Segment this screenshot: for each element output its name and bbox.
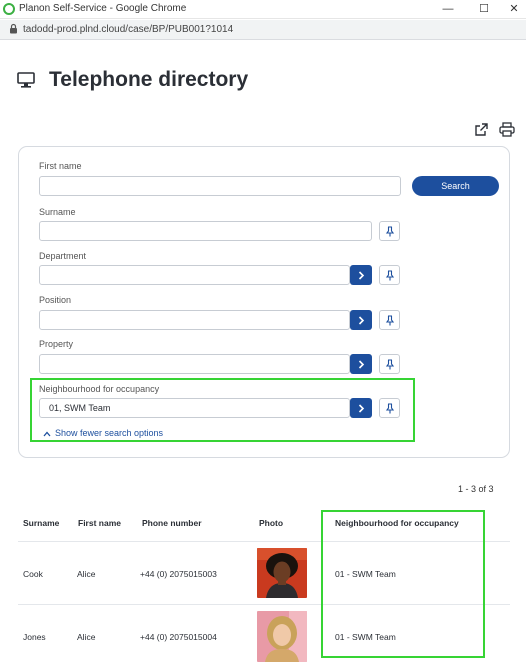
chevron-up-icon bbox=[43, 431, 51, 437]
result-count: 1 - 3 of 3 bbox=[458, 484, 494, 494]
minimize-button[interactable]: — bbox=[440, 1, 456, 17]
department-pin-button[interactable] bbox=[379, 265, 400, 285]
position-label: Position bbox=[39, 295, 72, 305]
surname-label: Surname bbox=[39, 207, 76, 217]
url-text[interactable]: tadodd-prod.plnd.cloud/case/BP/PUB001?10… bbox=[23, 24, 233, 35]
chevron-right-icon bbox=[358, 315, 364, 325]
position-pin-button[interactable] bbox=[379, 310, 400, 330]
neighbourhood-pin-button[interactable] bbox=[379, 398, 400, 418]
external-link-icon[interactable] bbox=[474, 122, 489, 142]
window-title: Planon Self-Service - Google Chrome bbox=[19, 3, 187, 14]
column-header-surname[interactable]: Surname bbox=[23, 518, 59, 528]
pin-icon bbox=[385, 269, 394, 280]
lock-icon bbox=[9, 23, 18, 37]
column-header-phone[interactable]: Phone number bbox=[142, 518, 202, 528]
first-name-input[interactable] bbox=[39, 176, 401, 196]
column-header-neighbourhood[interactable]: Neighbourhood for occupancy bbox=[335, 518, 459, 528]
row-2-phone: +44 (0) 2075015004 bbox=[140, 632, 217, 642]
table-divider bbox=[18, 604, 510, 605]
monitor-icon bbox=[17, 72, 35, 93]
row-1-first-name: Alice bbox=[77, 569, 96, 579]
print-icon[interactable] bbox=[499, 122, 515, 142]
table-divider bbox=[18, 541, 510, 542]
position-lookup-button[interactable] bbox=[350, 310, 372, 330]
chrome-app-icon bbox=[3, 3, 15, 15]
neighbourhood-input[interactable]: 01, SWM Team bbox=[39, 398, 350, 418]
position-input[interactable] bbox=[39, 310, 350, 330]
property-label: Property bbox=[39, 339, 74, 349]
department-lookup-button[interactable] bbox=[350, 265, 372, 285]
department-input[interactable] bbox=[39, 265, 350, 285]
neighbourhood-lookup-button[interactable] bbox=[350, 398, 372, 418]
chevron-right-icon bbox=[358, 270, 364, 280]
pin-icon bbox=[385, 225, 394, 236]
department-label: Department bbox=[39, 251, 87, 261]
row-2-photo bbox=[257, 611, 307, 662]
neighbourhood-label: Neighbourhood for occupancy bbox=[39, 384, 160, 394]
close-button[interactable]: ✕ bbox=[506, 1, 522, 17]
row-1-photo bbox=[257, 548, 307, 598]
property-lookup-button[interactable] bbox=[350, 354, 372, 374]
show-fewer-options-link[interactable]: Show fewer search options bbox=[43, 428, 163, 438]
row-1-neighbourhood: 01 - SWM Team bbox=[335, 569, 396, 579]
column-header-photo: Photo bbox=[259, 518, 284, 528]
row-2-first-name: Alice bbox=[77, 632, 96, 642]
pin-icon bbox=[385, 314, 394, 325]
column-header-first-name[interactable]: First name bbox=[78, 518, 121, 528]
property-pin-button[interactable] bbox=[379, 354, 400, 374]
window-titlebar: Planon Self-Service - Google Chrome — ☐ … bbox=[0, 0, 526, 19]
row-2-surname: Jones bbox=[23, 632, 46, 642]
address-bar[interactable]: tadodd-prod.plnd.cloud/case/BP/PUB001?10… bbox=[0, 20, 526, 40]
pin-icon bbox=[385, 402, 394, 413]
chevron-right-icon bbox=[358, 359, 364, 369]
row-2-neighbourhood: 01 - SWM Team bbox=[335, 632, 396, 642]
pin-icon bbox=[385, 358, 394, 369]
row-1-surname: Cook bbox=[23, 569, 43, 579]
search-button[interactable]: Search bbox=[412, 176, 499, 196]
row-1-phone: +44 (0) 2075015003 bbox=[140, 569, 217, 579]
surname-input[interactable] bbox=[39, 221, 372, 241]
show-fewer-options-label: Show fewer search options bbox=[55, 428, 164, 438]
first-name-label: First name bbox=[39, 161, 82, 171]
maximize-button[interactable]: ☐ bbox=[476, 1, 492, 17]
surname-pin-button[interactable] bbox=[379, 221, 400, 241]
page-title: Telephone directory bbox=[49, 68, 249, 91]
chevron-right-icon bbox=[358, 403, 364, 413]
property-input[interactable] bbox=[39, 354, 350, 374]
